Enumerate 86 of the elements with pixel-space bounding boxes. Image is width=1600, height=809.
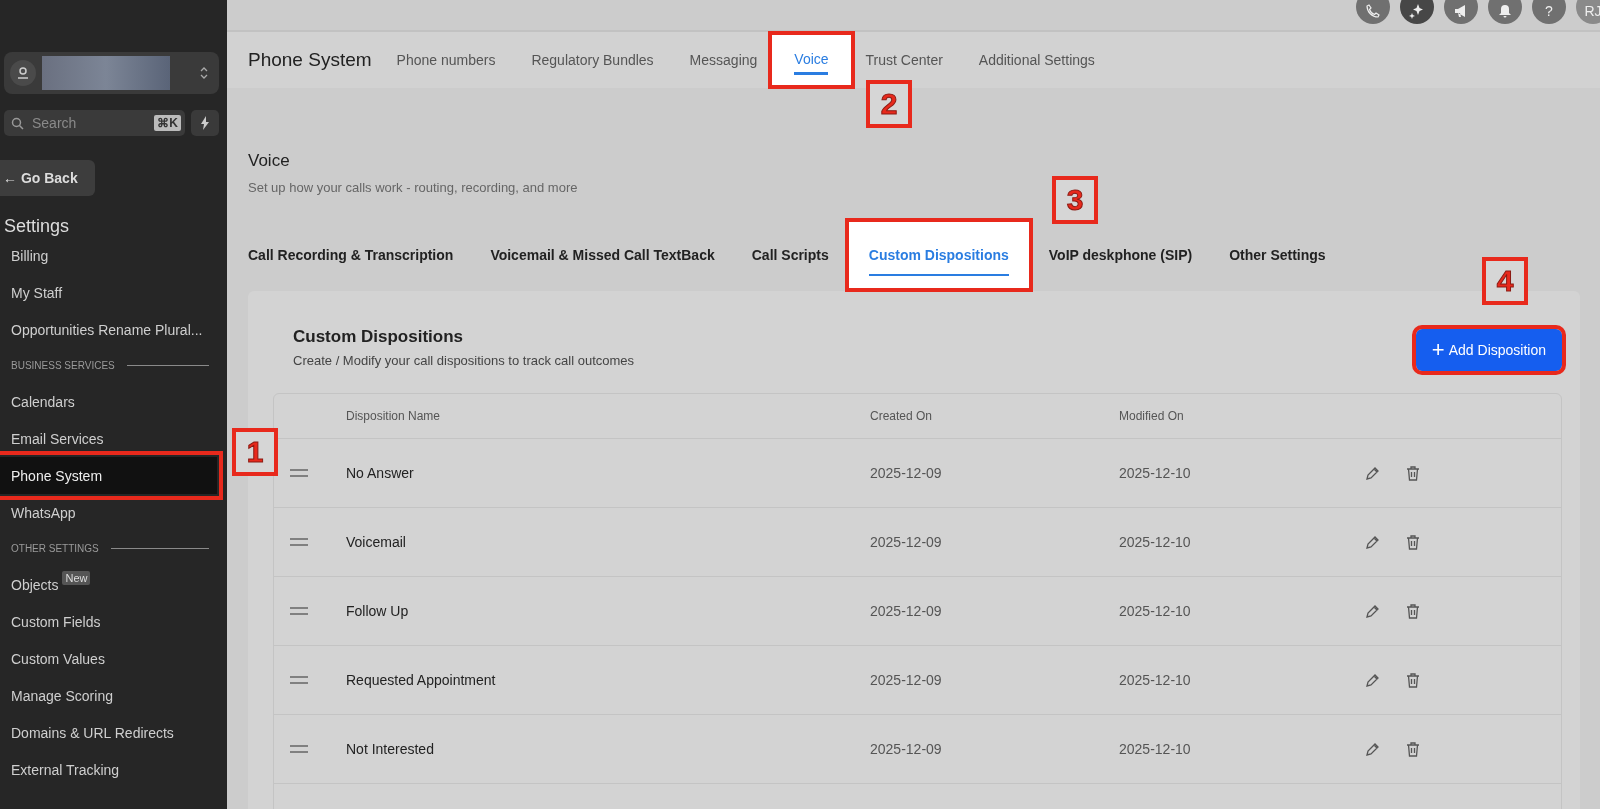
trash-icon[interactable] — [1406, 672, 1420, 688]
column-header: Modified On — [1119, 409, 1185, 423]
trash-icon[interactable] — [1406, 603, 1420, 619]
edit-icon[interactable] — [1365, 603, 1380, 619]
sparkle-icon — [1409, 3, 1425, 19]
callout-number: 3 — [1052, 176, 1098, 224]
sidebar-item[interactable]: My Staff — [0, 274, 217, 311]
sidebar-item[interactable]: Manage Scoring — [0, 677, 217, 714]
help-button[interactable]: ? — [1532, 0, 1566, 24]
settings-tab[interactable]: Other Settings — [1229, 247, 1326, 263]
drag-handle-icon[interactable] — [290, 538, 308, 546]
sidebar-item[interactable]: Custom Fields — [0, 603, 217, 640]
table-cell-text: Not Interested — [346, 741, 435, 757]
column-header: Created On — [870, 409, 934, 423]
sidebar-item[interactable]: Domains & URL Redirects — [0, 714, 217, 751]
quick-action-button[interactable] — [191, 110, 219, 136]
column-header: Disposition Name — [346, 409, 442, 423]
card-title: Custom Dispositions — [293, 327, 464, 347]
table-cell-text: 2025-12-10 — [1119, 672, 1192, 688]
search-field[interactable]: Search ⌘K — [4, 110, 185, 136]
table-cell-text: 2025-12-09 — [870, 534, 943, 550]
table-cell-text: 2025-12-10 — [1119, 741, 1192, 757]
sidebar-item[interactable]: Calendars — [0, 383, 217, 420]
sidebar-item[interactable]: WhatsApp — [0, 494, 217, 531]
drag-handle-icon[interactable] — [290, 745, 308, 753]
phone-button[interactable] — [1356, 0, 1390, 24]
trash-icon[interactable] — [1406, 741, 1420, 757]
drag-handle-icon[interactable] — [290, 607, 308, 615]
table-cell-text: Requested Appointment — [346, 672, 497, 688]
edit-icon[interactable] — [1365, 672, 1380, 688]
drag-handle-icon[interactable] — [290, 676, 308, 684]
sidebar-item[interactable]: Email Services — [0, 420, 217, 457]
section-label: OTHER SETTINGS — [11, 543, 99, 554]
nav-tab[interactable]: Regulatory Bundles — [528, 52, 657, 68]
callout-number: 1 — [232, 428, 278, 476]
table-cell-text: 2025-12-10 — [1119, 534, 1192, 550]
edit-icon[interactable] — [1365, 465, 1380, 481]
go-back-button[interactable]: ← Go Back — [0, 160, 95, 196]
search-icon — [11, 116, 24, 130]
table-cell-text: 2025-12-09 — [870, 465, 943, 481]
callout-number: 2 — [866, 80, 912, 128]
sidebar-item[interactable]: External Tracking — [0, 751, 217, 788]
new-badge: New — [62, 570, 91, 585]
table-cell-text: Voicemail — [346, 534, 407, 550]
section-subtitle: Set up how your calls work - routing, recording, and more — [248, 180, 579, 195]
table-cell-text: 2025-12-09 — [870, 672, 943, 688]
sidebar-item[interactable]: Opportunities Rename Plural... — [0, 311, 217, 348]
table-cell-text: 2025-12-09 — [870, 603, 943, 619]
settings-tab[interactable]: Voicemail & Missed Call TextBack — [490, 247, 715, 263]
card-subtitle: Create / Modify your call dispositions to track call outcomes — [293, 353, 635, 368]
announcements-button[interactable] — [1444, 0, 1478, 24]
table-cell-text: 2025-12-10 — [1119, 603, 1192, 619]
trash-icon[interactable] — [1406, 465, 1420, 481]
settings-tab[interactable]: Call Recording & Transcription — [248, 247, 454, 263]
nav-tab[interactable]: Phone numbers — [393, 52, 499, 68]
page-title: Phone System — [248, 49, 372, 71]
nav-tab[interactable]: Additional Settings — [975, 52, 1098, 68]
sidebar-item[interactable]: Objects New — [0, 566, 217, 603]
nav-tab[interactable]: Trust Center — [862, 52, 946, 68]
notifications-button[interactable] — [1488, 0, 1522, 24]
chevron-up-down-icon — [199, 65, 209, 81]
lightning-icon — [200, 116, 210, 130]
edit-icon[interactable] — [1365, 741, 1380, 757]
drag-handle-icon[interactable] — [290, 469, 308, 477]
settings-heading: Settings — [4, 216, 71, 237]
section-label: BUSINESS SERVICES — [11, 360, 115, 371]
table-cell-text: Follow Up — [346, 603, 410, 619]
trash-icon[interactable] — [1406, 534, 1420, 550]
phone-icon — [1366, 4, 1380, 18]
nav-tab[interactable]: Messaging — [686, 52, 761, 68]
edit-icon[interactable] — [1365, 534, 1380, 550]
sidebar-item[interactable]: Custom Values — [0, 640, 217, 677]
settings-tab[interactable]: Call Scripts — [751, 247, 829, 263]
settings-tab[interactable]: VoIP deskphone (SIP) — [1048, 247, 1193, 263]
account-switcher[interactable] — [4, 52, 219, 94]
section-title: Voice — [248, 151, 291, 171]
bell-icon — [1498, 4, 1512, 18]
sidebar-item[interactable]: Billing — [0, 237, 217, 274]
table-cell-text: No Answer — [346, 465, 415, 481]
search-input[interactable]: Search — [30, 114, 149, 132]
table-cell-text: 2025-12-10 — [1119, 465, 1192, 481]
callout-number: 4 — [1482, 257, 1528, 305]
ai-button[interactable] — [1400, 0, 1434, 24]
megaphone-icon — [1454, 4, 1468, 18]
shortcut-key: ⌘K — [154, 115, 181, 131]
table-cell-text: 2025-12-09 — [870, 741, 943, 757]
